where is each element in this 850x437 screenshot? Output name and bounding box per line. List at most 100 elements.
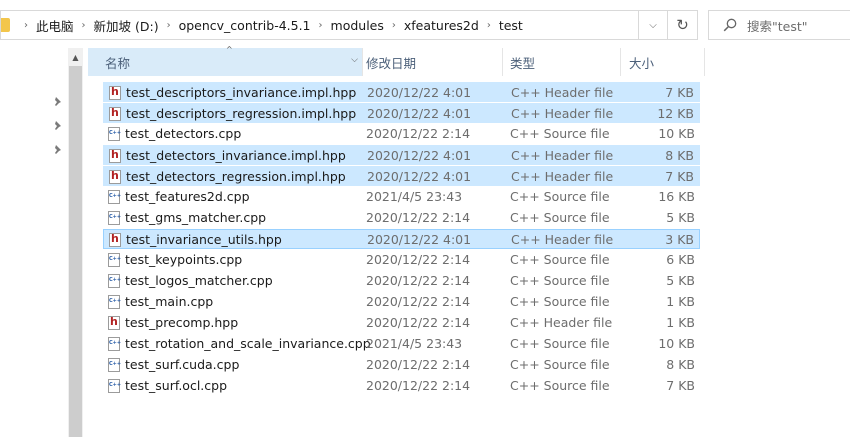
breadcrumb-drive[interactable]: 新加坡 (D:) (94, 16, 159, 35)
file-row[interactable]: test_surf.ocl.cpp 2020/12/22 2:14 C++ Sour… (103, 376, 700, 396)
header-file-icon (108, 315, 120, 330)
file-row[interactable]: test_main.cpp 2020/12/22 2:14 C++ Source f… (103, 292, 700, 312)
file-size: 1 KB (666, 315, 695, 330)
header-file-icon (109, 85, 121, 100)
file-name: test_surf.ocl.cpp (125, 378, 228, 393)
file-date: 2020/12/22 2:14 (366, 210, 471, 225)
file-name: test_surf.cuda.cpp (125, 357, 240, 372)
nav-pane-scrollbar[interactable]: ▲ (68, 48, 83, 437)
file-size: 10 KB (658, 126, 695, 141)
pin-icon[interactable] (52, 96, 64, 108)
column-header-size[interactable]: 大小 (620, 48, 704, 76)
column-divider[interactable] (704, 48, 705, 76)
cpp-file-icon (108, 211, 121, 225)
file-row[interactable]: test_surf.cuda.cpp 2020/12/22 2:14 C++ Sou… (103, 355, 700, 375)
file-type: C++ Source file (510, 189, 610, 204)
file-row[interactable]: test_keypoints.cpp 2020/12/22 2:14 C++ Sou… (103, 250, 700, 270)
breadcrumb-modules[interactable]: modules (331, 18, 384, 33)
refresh-icon: ↻ (676, 16, 689, 34)
address-bar[interactable]: › 此电脑 › 新加坡 (D:) › opencv_contrib-4.5.1 … (0, 10, 668, 40)
file-size: 10 KB (658, 336, 695, 351)
breadcrumb-xfeatures2d[interactable]: xfeatures2d (404, 18, 479, 33)
pin-icon[interactable] (52, 144, 64, 156)
header-file-icon (109, 232, 121, 247)
refresh-button[interactable]: ↻ (668, 10, 698, 40)
file-date: 2020/12/22 2:14 (366, 357, 471, 372)
file-row[interactable]: test_detectors_regression.impl.hpp 2020/1… (103, 166, 700, 186)
cpp-file-icon (108, 253, 121, 267)
chevron-right-icon: › (486, 19, 491, 31)
file-type: C++ Source file (510, 126, 610, 141)
file-row[interactable]: test_detectors.cpp 2020/12/22 2:14 C++ Sou… (103, 124, 700, 144)
file-date: 2020/12/22 2:14 (366, 273, 471, 288)
file-name: test_detectors_regression.impl.hpp (126, 169, 346, 184)
address-dropdown-button[interactable]: ⌵ (638, 10, 668, 40)
column-header-name-label: 名称 (105, 55, 131, 71)
file-size: 1 KB (666, 294, 695, 309)
column-header-type-label: 类型 (510, 55, 536, 71)
file-date: 2020/12/22 2:14 (366, 294, 471, 309)
file-size: 6 KB (666, 252, 695, 267)
column-header-date[interactable]: 修改日期 (362, 48, 502, 76)
cpp-file-icon (108, 337, 121, 351)
file-type: C++ Source file (510, 210, 610, 225)
breadcrumb-test[interactable]: test (499, 18, 523, 33)
file-row[interactable]: test_descriptors_invariance.impl.hpp 2020… (103, 82, 700, 102)
file-size: 5 KB (666, 210, 695, 225)
chevron-right-icon: › (81, 19, 86, 31)
file-date: 2021/4/5 23:43 (366, 336, 463, 351)
file-name: test_precomp.hpp (125, 315, 239, 330)
file-type: C++ Source file (510, 336, 610, 351)
cpp-file-icon (108, 379, 121, 393)
search-input[interactable]: 搜索"test" (747, 16, 808, 35)
cpp-file-icon (108, 295, 121, 309)
scroll-up-arrow-icon[interactable]: ▲ (68, 50, 83, 64)
file-row[interactable]: test_rotation_and_scale_invariance.cpp20… (103, 334, 700, 354)
chevron-down-icon: ⌵ (649, 19, 657, 31)
column-header-type[interactable]: 类型 (502, 48, 620, 76)
cpp-file-icon (108, 358, 121, 372)
file-size: 8 KB (665, 148, 694, 163)
file-name: test_detectors_invariance.impl.hpp (126, 148, 346, 163)
file-row[interactable]: test_invariance_utils.hpp 2020/12/22 4:01… (103, 229, 700, 249)
file-date: 2020/12/22 2:14 (366, 126, 471, 141)
header-file-icon (109, 169, 121, 184)
file-date: 2020/12/22 4:01 (367, 148, 472, 163)
file-row[interactable]: test_gms_matcher.cpp 2020/12/22 2:14 C++ S… (103, 208, 700, 228)
chevron-right-icon: › (391, 19, 396, 31)
file-row[interactable]: test_logos_matcher.cpp 2020/12/22 2:14 C++… (103, 271, 700, 291)
file-name: test_descriptors_invariance.impl.hpp (126, 85, 357, 100)
sort-ascending-icon: ^ (226, 45, 233, 54)
file-name: test_logos_matcher.cpp (125, 273, 273, 288)
file-row[interactable]: test_precomp.hpp 2020/12/22 2:14 C++ Heade… (103, 313, 700, 333)
file-name: test_features2d.cpp (125, 189, 250, 204)
column-header-name[interactable]: ^ 名称 ⌵ (88, 45, 362, 76)
breadcrumb-opencv-contrib[interactable]: opencv_contrib-4.5.1 (179, 18, 311, 33)
file-name: test_detectors.cpp (125, 126, 242, 141)
cpp-file-icon (108, 190, 121, 204)
file-type: C++ Source file (510, 252, 610, 267)
file-date: 2020/12/22 2:14 (366, 252, 471, 267)
cpp-file-icon (108, 127, 121, 141)
file-row[interactable]: test_descriptors_regression.impl.hpp 2020… (103, 103, 700, 123)
file-type: C++ Header file (511, 106, 614, 121)
breadcrumb-this-pc[interactable]: 此电脑 (36, 16, 74, 35)
file-type: C++ Header file (511, 148, 614, 163)
file-date: 2020/12/22 4:01 (367, 85, 472, 100)
search-box[interactable]: 搜索"test" (708, 10, 850, 40)
file-type: C++ Source file (510, 273, 610, 288)
file-size: 3 KB (665, 232, 694, 247)
chevron-down-icon[interactable]: ⌵ (351, 55, 358, 65)
file-date: 2020/12/22 4:01 (367, 232, 472, 247)
file-type: C++ Header file (511, 85, 614, 100)
file-size: 5 KB (666, 273, 695, 288)
file-date: 2020/12/22 2:14 (366, 378, 471, 393)
pin-icon[interactable] (52, 120, 64, 132)
file-row[interactable]: test_detectors_invariance.impl.hpp 2020/1… (103, 145, 700, 165)
column-header-date-label: 修改日期 (366, 55, 417, 71)
file-size: 16 KB (658, 189, 695, 204)
header-file-icon (109, 148, 121, 163)
file-size: 7 KB (666, 378, 695, 393)
file-row[interactable]: test_features2d.cpp 2021/4/5 23:43 C++ Sou… (103, 187, 700, 207)
scrollbar-thumb[interactable] (69, 66, 82, 437)
